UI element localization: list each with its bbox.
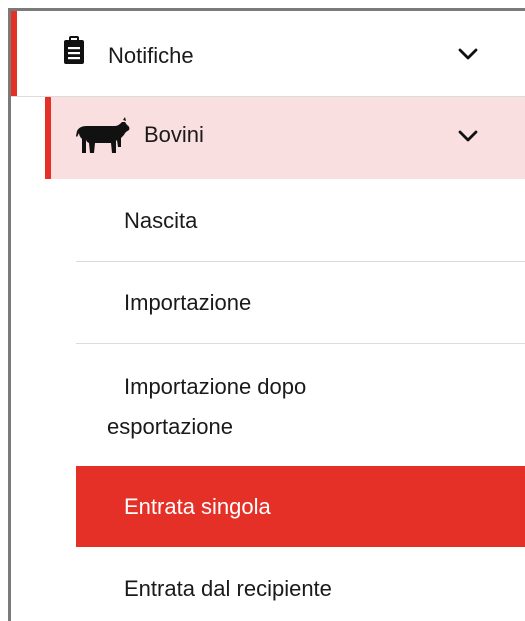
clipboard-icon [64, 36, 84, 64]
menu-item-nascita[interactable]: Nascita [76, 180, 525, 261]
menu-item-label-line1: Importazione dopo [124, 374, 307, 399]
active-accent-bar [11, 11, 17, 96]
chevron-down-icon[interactable] [457, 47, 479, 61]
menu-group-bovini[interactable]: Bovini [45, 97, 525, 179]
menu-item-importazione[interactable]: Importazione [76, 262, 525, 343]
menu-item-label: Entrata dal recipiente [124, 576, 332, 601]
menu-item-label: Importazione [124, 290, 252, 315]
cow-icon [76, 117, 130, 153]
chevron-down-icon[interactable] [457, 129, 479, 143]
menu-item-label: Nascita [124, 208, 198, 233]
menu-group-notifiche[interactable]: Notifiche [11, 11, 525, 97]
active-accent-bar [45, 97, 51, 179]
menu-item-entrata-dal-recipiente[interactable]: Entrata dal recipiente [76, 548, 525, 621]
menu-group-notifiche-label: Notifiche [108, 43, 194, 68]
menu-item-label: Entrata singola [124, 494, 271, 519]
menu-item-importazione-dopo-esportazione[interactable]: Importazione dopo esportazione [76, 344, 525, 466]
navigation-menu: Notifiche Bovini Nascita Importazione Im… [0, 0, 525, 621]
menu-item-entrata-singola[interactable]: Entrata singola [76, 466, 525, 547]
menu-group-bovini-label: Bovini [144, 122, 204, 147]
menu-item-label-line2: esportazione [107, 414, 233, 439]
frame-left-border [8, 8, 11, 621]
